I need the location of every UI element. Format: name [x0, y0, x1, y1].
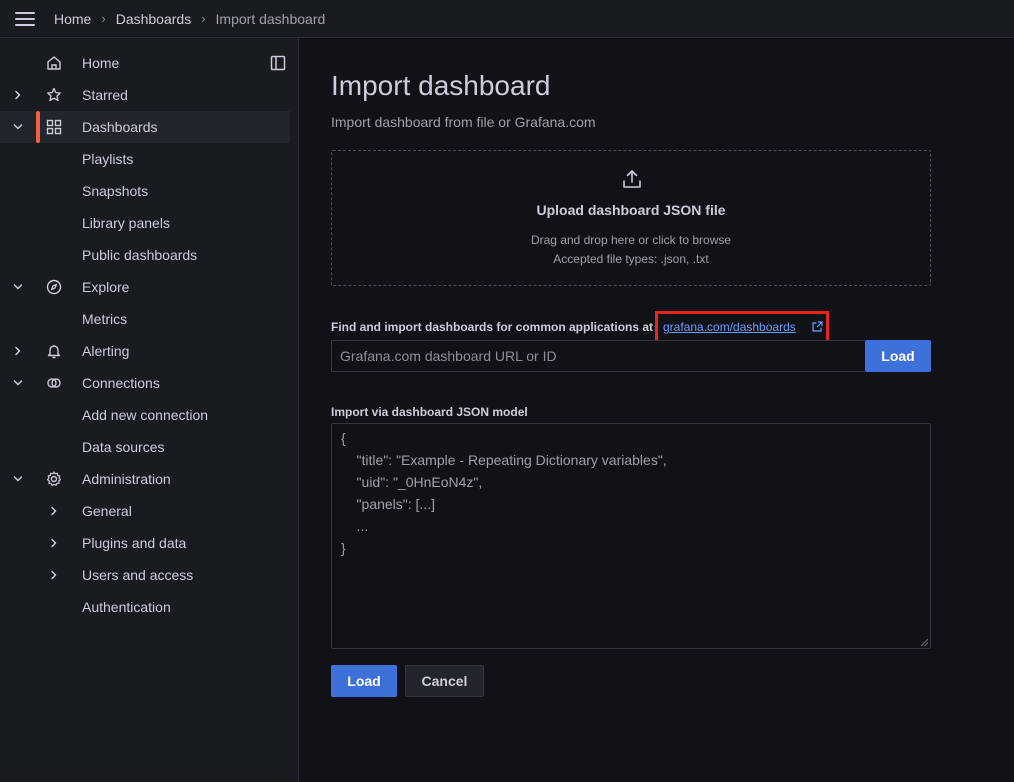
breadcrumb-separator-icon: ›	[201, 11, 206, 26]
sidebar-item-starred[interactable]: Starred	[0, 79, 290, 111]
chevron-right-icon[interactable]	[11, 88, 25, 102]
home-icon	[45, 54, 63, 72]
sidebar-item-authentication[interactable]: Authentication	[0, 591, 290, 623]
sidebar-item-metrics[interactable]: Metrics	[0, 303, 290, 335]
hamburger-icon-line	[15, 23, 35, 26]
dashboards-grid-icon	[45, 118, 63, 136]
breadcrumb: Home › Dashboards › Import dashboard	[54, 11, 325, 27]
menu-toggle-button[interactable]	[15, 7, 39, 31]
hamburger-icon-line	[15, 17, 35, 20]
sidebar-item-connections[interactable]: Connections	[0, 367, 290, 399]
json-model-label: Import via dashboard JSON model	[331, 405, 528, 419]
sidebar-item-label: Home	[82, 55, 120, 71]
grafana-com-link[interactable]: grafana.com/dashboards	[663, 320, 796, 334]
sidebar-item-label: Alerting	[82, 343, 130, 359]
sidebar-item-label: Public dashboards	[82, 247, 198, 263]
json-line: ...	[341, 518, 369, 534]
json-line: "uid": "_0HnEoN4z",	[341, 474, 483, 490]
sidebar-item-label: Users and access	[82, 567, 194, 583]
chevron-down-icon[interactable]	[11, 376, 25, 390]
cancel-button[interactable]: Cancel	[405, 665, 484, 697]
sidebar-item-explore[interactable]: Explore	[0, 271, 290, 303]
sidebar-item-public-dashboards[interactable]: Public dashboards	[0, 239, 290, 271]
sidebar-item-label: Authentication	[82, 599, 171, 615]
sidebar-item-snapshots[interactable]: Snapshots	[0, 175, 290, 207]
chevron-down-icon[interactable]	[11, 120, 25, 134]
upload-icon	[623, 170, 641, 188]
breadcrumb-separator-icon: ›	[101, 11, 106, 26]
sidebar-item-label: Add new connection	[82, 407, 209, 423]
sidebar-item-plugins-and-data[interactable]: Plugins and data	[0, 527, 290, 559]
star-icon	[45, 86, 63, 104]
json-line: "title": "Example - Repeating Dictionary…	[341, 452, 667, 468]
sidebar-item-alerting[interactable]: Alerting	[0, 335, 290, 367]
breadcrumb-home[interactable]: Home	[54, 11, 91, 27]
grafana-com-load-button[interactable]: Load	[865, 340, 931, 372]
sidebar-item-label: General	[82, 503, 132, 519]
sidebar-item-general[interactable]: General	[0, 495, 290, 527]
compass-icon	[45, 278, 63, 296]
sidebar-item-label: Playlists	[82, 151, 134, 167]
grafana-com-label: Find and import dashboards for common ap…	[331, 320, 654, 334]
bell-icon	[45, 342, 63, 360]
sidebar: Home Starred Dashboards Playlists Snapshots L…	[0, 38, 299, 782]
sidebar-item-home[interactable]: Home	[0, 47, 290, 79]
chevron-right-icon[interactable]	[11, 344, 25, 358]
breadcrumb-current: Import dashboard	[215, 10, 326, 27]
sidebar-item-administration[interactable]: Administration	[0, 463, 290, 495]
top-bar: Home › Dashboards › Import dashboard	[0, 0, 1014, 38]
page-subtitle: Import dashboard from file or Grafana.co…	[331, 114, 596, 130]
sidebar-item-label: Dashboards	[82, 119, 158, 135]
sidebar-item-label: Snapshots	[82, 183, 149, 199]
upload-dropzone[interactable]: Upload dashboard JSON file Drag and drop…	[331, 150, 931, 286]
connections-icon	[45, 374, 63, 392]
sidebar-item-label: Data sources	[82, 439, 165, 455]
json-line: "panels": [...]	[341, 496, 435, 512]
breadcrumb-dashboards[interactable]: Dashboards	[116, 11, 192, 27]
sidebar-item-playlists[interactable]: Playlists	[0, 143, 290, 175]
sidebar-item-label: Connections	[82, 375, 160, 391]
page-title: Import dashboard	[331, 70, 551, 101]
hamburger-icon	[15, 11, 35, 14]
grafana-com-url-input[interactable]	[331, 340, 865, 372]
upload-file-types: Accepted file types: .json, .txt	[553, 252, 709, 266]
sidebar-item-label: Explore	[82, 279, 130, 295]
json-line: {	[341, 430, 346, 446]
json-model-textarea[interactable]: { "title": "Example - Repeating Dictiona…	[331, 423, 931, 649]
sidebar-item-library-panels[interactable]: Library panels	[0, 207, 290, 239]
upload-title: Upload dashboard JSON file	[536, 202, 726, 218]
load-button[interactable]: Load	[331, 665, 397, 697]
chevron-down-icon[interactable]	[11, 280, 25, 294]
sidebar-item-label: Administration	[82, 471, 171, 487]
sidebar-item-users-and-access[interactable]: Users and access	[0, 559, 290, 591]
upload-hint: Drag and drop here or click to browse	[530, 233, 732, 247]
sidebar-item-dashboards[interactable]: Dashboards	[0, 111, 290, 143]
sidebar-item-data-sources[interactable]: Data sources	[0, 431, 290, 463]
chevron-right-icon[interactable]	[47, 568, 61, 582]
sidebar-item-label: Starred	[82, 87, 128, 103]
json-line: }	[341, 540, 346, 556]
sidebar-item-label: Plugins and data	[82, 535, 187, 551]
chevron-down-icon[interactable]	[11, 472, 25, 486]
gear-icon	[45, 470, 63, 488]
chevron-right-icon[interactable]	[47, 536, 61, 550]
sidebar-item-label: Metrics	[82, 311, 128, 327]
sidebar-item-add-new-connection[interactable]: Add new connection	[0, 399, 290, 431]
resize-grip-icon[interactable]	[920, 638, 928, 646]
sidebar-item-label: Library panels	[82, 215, 170, 231]
chevron-right-icon[interactable]	[47, 504, 61, 518]
external-link-icon	[812, 321, 823, 332]
